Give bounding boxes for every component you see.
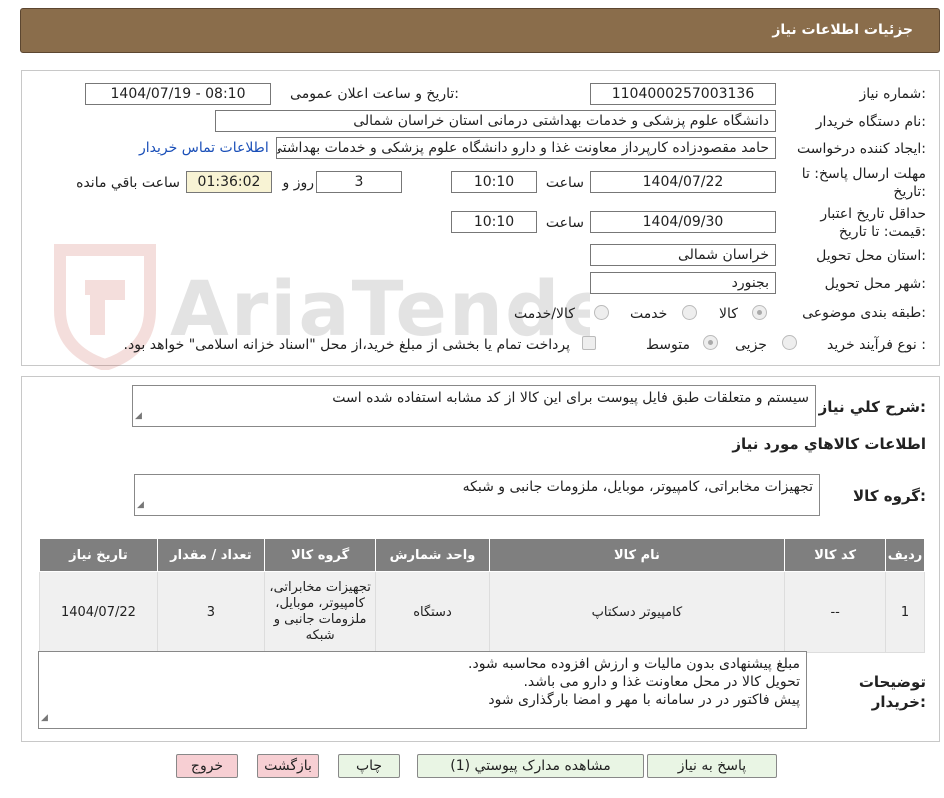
summary-label: شرح کلي نياز:: [818, 398, 926, 416]
col-header-unit: واحد شمارش: [375, 538, 490, 572]
city-field[interactable]: بجنورد: [590, 272, 776, 294]
col-header-goods-group: گروه کالا: [263, 538, 377, 572]
reply-deadline-label: مهلت ارسال پاسخ: تا تاریخ:: [801, 166, 926, 200]
cell-unit: دستگاه: [375, 571, 490, 653]
province-label: استان محل تحویل:: [816, 248, 926, 264]
exit-button[interactable]: خروج: [176, 754, 238, 778]
col-header-goods-name: نام کالا: [488, 538, 786, 572]
buyer-note-line: مبلغ پیشنهادی بدون مالیات و ارزش افزوده …: [468, 656, 800, 672]
cell-goods-name: کامپیوتر دسکتاپ: [488, 571, 786, 653]
cell-row-number: 1: [885, 571, 925, 653]
category-both-label: کالا/خدمت: [514, 306, 575, 322]
col-header-row-number: ردیف: [885, 538, 925, 572]
goods-info-title: اطلاعات کالاهاي مورد نياز: [732, 435, 926, 453]
announce-field[interactable]: 1404/07/19 - 08:10: [85, 83, 271, 105]
buyer-notes-label: توضیحات خریدار:: [858, 673, 926, 711]
buyer-note-line: پیش فاکتور در در سامانه با مهر و امضا با…: [488, 692, 800, 708]
category-goods-label: کالا: [719, 306, 738, 322]
process-label: نوع فرآیند خرید :: [827, 337, 926, 353]
buyer-contact-link[interactable]: اطلاعات تماس خریدار: [139, 140, 269, 156]
days-label: روز و: [282, 175, 315, 191]
price-date-field[interactable]: 1404/09/30: [590, 211, 776, 233]
process-medium-radio[interactable]: [703, 335, 718, 350]
resize-grip-icon[interactable]: ◢: [137, 496, 144, 514]
reply-time-label: ساعت: [545, 175, 584, 191]
buyer-org-field[interactable]: دانشگاه علوم پزشکی و خدمات بهداشتی درمان…: [215, 110, 776, 132]
category-label: طبقه بندی موضوعی:: [802, 305, 926, 321]
process-medium-label: متوسط: [646, 337, 690, 353]
requester-label: ایجاد کننده درخواست:: [797, 141, 926, 157]
days-field[interactable]: 3: [316, 171, 402, 193]
summary-textarea[interactable]: سیستم و متعلقات طبق فایل پیوست برای این …: [132, 385, 816, 427]
category-goods-radio[interactable]: [752, 305, 767, 320]
process-partial-label: جزیی: [735, 337, 767, 353]
category-both-radio[interactable]: [594, 305, 609, 320]
city-label: شهر محل تحویل:: [824, 276, 926, 292]
need-number-field[interactable]: 1104000257003136: [590, 83, 776, 105]
cell-quantity: 3: [156, 571, 265, 653]
items-table: ردیف کد کالا نام کالا واحد شمارش گروه کا…: [39, 538, 925, 653]
requester-field[interactable]: حامد مقصودزاده کارپرداز معاونت غذا و دار…: [276, 137, 776, 159]
buyer-notes-textarea[interactable]: مبلغ پیشنهادی بدون مالیات و ارزش افزوده …: [38, 651, 807, 729]
table-row[interactable]: 1 -- کامپیوتر دسکتاپ دستگاه تجهیزات مخاب…: [39, 571, 925, 653]
reply-date-field[interactable]: 1404/07/22: [590, 171, 776, 193]
category-service-label: خدمت: [630, 306, 668, 322]
goods-group-label: گروه کالا:: [853, 487, 926, 505]
col-header-goods-code: کد کالا: [784, 538, 887, 572]
cell-need-date: 1404/07/22: [39, 571, 158, 653]
reply-time-field[interactable]: 10:10: [451, 171, 537, 193]
title-bar: جزئیات اطلاعات نیاز: [20, 8, 940, 53]
col-header-quantity: تعداد / مقدار: [156, 538, 265, 572]
treasury-payment-checkbox[interactable]: [582, 336, 596, 350]
buyer-org-label: نام دستگاه خریدار:: [815, 114, 926, 130]
page-title: جزئیات اطلاعات نیاز: [772, 22, 913, 38]
price-time-label: ساعت: [545, 215, 584, 231]
remaining-time-field: 01:36:02: [186, 171, 272, 193]
announce-label: تاریخ و ساعت اعلان عمومی:: [290, 86, 459, 102]
summary-text: سیستم و متعلقات طبق فایل پیوست برای این …: [332, 390, 809, 406]
print-button[interactable]: چاپ: [338, 754, 400, 778]
table-header-row: ردیف کد کالا نام کالا واحد شمارش گروه کا…: [39, 538, 925, 572]
process-partial-radio[interactable]: [782, 335, 797, 350]
goods-group-textarea[interactable]: تجهیزات مخابراتی، کامپیوتر، موبایل، ملزو…: [134, 474, 820, 516]
category-service-radio[interactable]: [682, 305, 697, 320]
back-button[interactable]: بازگشت: [257, 754, 319, 778]
remaining-label: ساعت باقي مانده: [76, 175, 180, 191]
goods-group-text: تجهیزات مخابراتی، کامپیوتر، موبایل، ملزو…: [462, 479, 813, 495]
price-valid-label: حداقل تاریخ اعتبار قیمت: تا تاریخ:: [820, 206, 926, 240]
need-number-label: شماره نیاز:: [859, 86, 926, 102]
treasury-payment-note: پرداخت تمام یا بخشی از مبلغ خرید،از محل …: [123, 337, 570, 353]
resize-grip-icon[interactable]: ◢: [41, 709, 48, 727]
reply-button[interactable]: پاسخ به نیاز: [647, 754, 777, 778]
resize-grip-icon[interactable]: ◢: [135, 407, 142, 425]
col-header-need-date: تاریخ نیاز: [39, 538, 158, 572]
buyer-note-line: تحویل کالا در محل معاونت غذا و دارو می ب…: [523, 674, 800, 690]
price-time-field[interactable]: 10:10: [451, 211, 537, 233]
view-attachments-button[interactable]: مشاهده مدارک پیوستي (1): [417, 754, 644, 778]
cell-goods-group: تجهیزات مخابراتی، کامپیوتر، موبایل، ملزو…: [263, 571, 377, 653]
province-field[interactable]: خراسان شمالی: [590, 244, 776, 266]
cell-goods-code: --: [784, 571, 887, 653]
